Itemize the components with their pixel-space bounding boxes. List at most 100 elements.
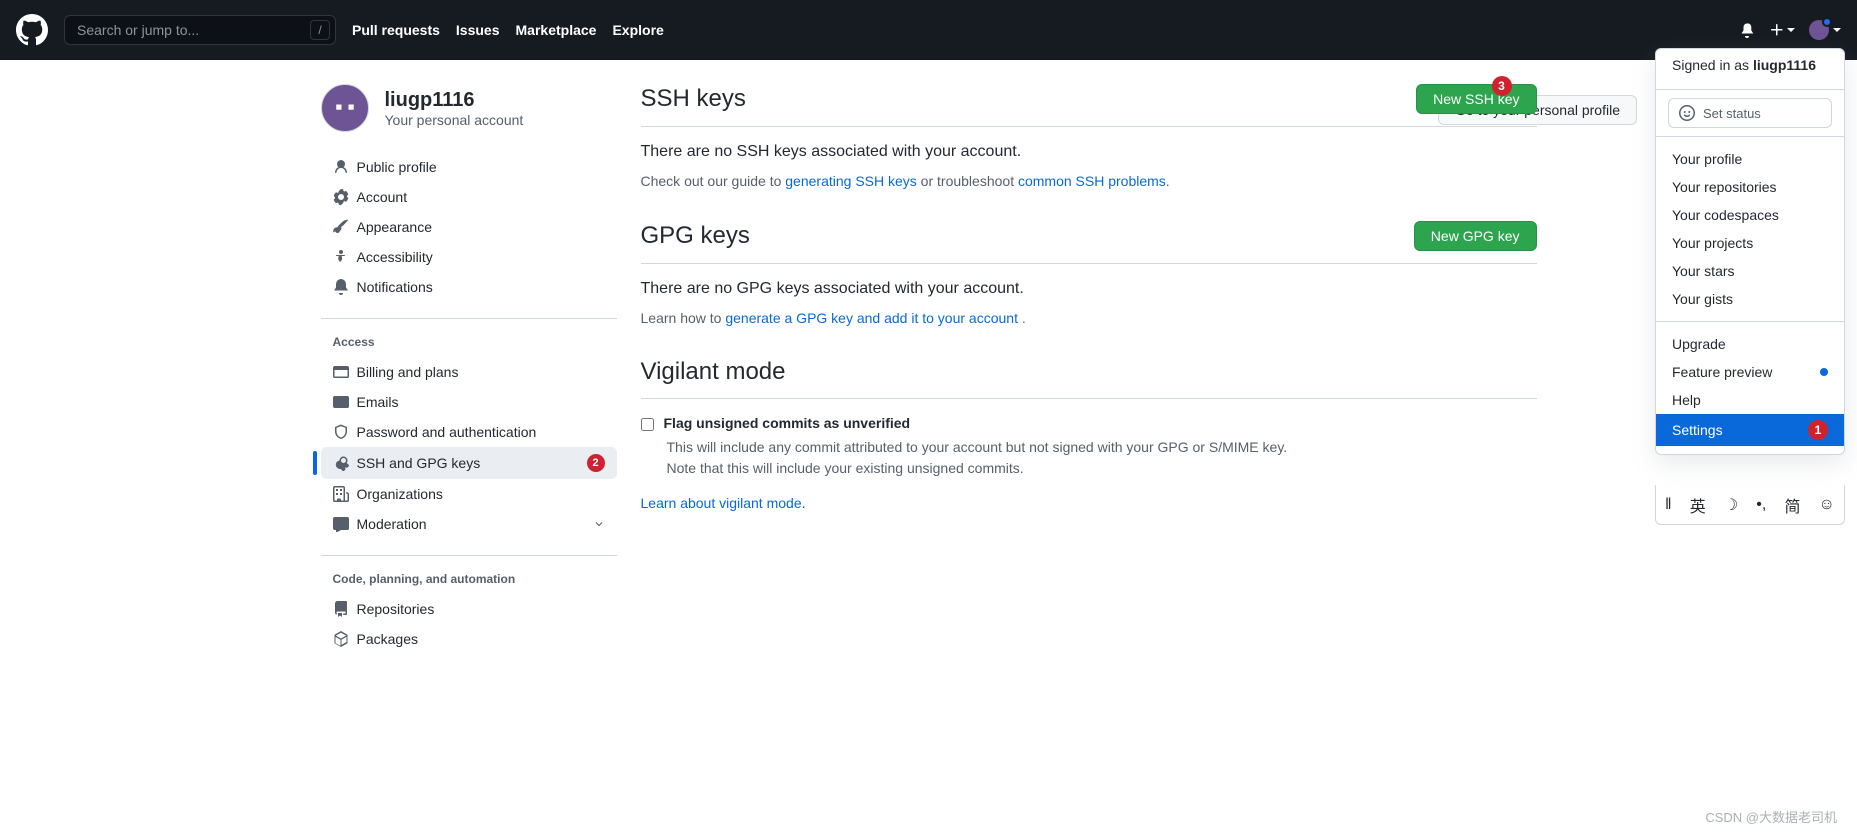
sidebar-item-label: Notifications xyxy=(357,279,605,295)
ime-lang-en[interactable]: 英 xyxy=(1690,493,1706,517)
divider xyxy=(1656,321,1844,322)
sidebar-item-repositories[interactable]: Repositories xyxy=(321,594,617,624)
ime-lang-cn[interactable]: 简 xyxy=(1784,493,1800,517)
new-ssh-key-button[interactable]: New SSH key 3 xyxy=(1416,84,1536,114)
sidebar-item-organizations[interactable]: Organizations xyxy=(321,479,617,509)
caret-down-icon xyxy=(1787,28,1795,32)
sidebar-item-label: Public profile xyxy=(357,159,605,175)
vigilant-section: Vigilant mode Flag unsigned commits as u… xyxy=(641,358,1537,511)
sidebar-item-password-and-authentication[interactable]: Password and authentication xyxy=(321,417,617,447)
sidebar-item-accessibility[interactable]: Accessibility xyxy=(321,242,617,272)
profile-subtitle: Your personal account xyxy=(385,112,524,128)
user-avatar-dropdown[interactable] xyxy=(1809,20,1841,40)
github-logo-icon[interactable] xyxy=(16,14,48,46)
sidebar-item-billing-and-plans[interactable]: Billing and plans xyxy=(321,357,617,387)
sidebar: liugp1116 Your personal account Public p… xyxy=(321,84,617,670)
key-icon xyxy=(333,455,349,471)
sidebar-item-moderation[interactable]: Moderation xyxy=(321,509,617,539)
divider xyxy=(321,555,617,556)
divider xyxy=(1656,89,1844,90)
profile-username: liugp1116 xyxy=(385,89,524,112)
common-ssh-problems-link[interactable]: common SSH problems xyxy=(1018,173,1166,189)
dd-feature-preview[interactable]: Feature preview xyxy=(1656,358,1844,386)
search-input[interactable] xyxy=(64,15,336,45)
bell-icon[interactable] xyxy=(1739,22,1755,38)
sidebar-item-label: Password and authentication xyxy=(357,424,605,440)
generate-gpg-key-link[interactable]: generate a GPG key and add it to your ac… xyxy=(725,310,1018,326)
global-header: / Pull requests Issues Marketplace Explo… xyxy=(0,0,1857,60)
sidebar-item-label: SSH and GPG keys xyxy=(357,455,579,471)
divider xyxy=(1656,136,1844,137)
sidebar-item-label: Emails xyxy=(357,394,605,410)
sidebar-item-label: Account xyxy=(357,189,605,205)
dd-settings[interactable]: Settings1 xyxy=(1656,414,1844,446)
sidebar-item-label: Moderation xyxy=(357,516,585,532)
repo-icon xyxy=(333,601,349,617)
nav-issues[interactable]: Issues xyxy=(456,22,500,38)
search-wrap: / xyxy=(64,15,336,45)
badge-count: 2 xyxy=(587,454,605,472)
header-right xyxy=(1739,20,1841,40)
flag-unsigned-checkbox[interactable] xyxy=(641,418,654,431)
mail-icon xyxy=(333,394,349,410)
smiley-icon[interactable]: ☺ xyxy=(1819,496,1835,514)
ime-toggle-icon[interactable]: ‖ xyxy=(1665,496,1672,514)
new-gpg-key-button[interactable]: New GPG key xyxy=(1414,221,1537,251)
ssh-empty-text: There are no SSH keys associated with yo… xyxy=(641,143,1537,161)
nav-heading-access: Access xyxy=(321,327,617,357)
badge-count: 3 xyxy=(1492,76,1512,96)
sidebar-item-label: Organizations xyxy=(357,486,605,502)
dd-your-projects[interactable]: Your projects xyxy=(1656,229,1844,257)
nav-marketplace[interactable]: Marketplace xyxy=(516,22,597,38)
nav-heading-code: Code, planning, and automation xyxy=(321,564,617,594)
chevron-down-icon xyxy=(593,518,605,530)
bell-icon xyxy=(333,279,349,295)
user-menu-dropdown: Signed in as liugp1116 Set status Your p… xyxy=(1655,48,1845,455)
gpg-section: GPG keys New GPG key There are no GPG ke… xyxy=(641,221,1537,326)
sidebar-item-packages[interactable]: Packages xyxy=(321,624,617,654)
smiley-icon xyxy=(1679,105,1695,121)
dd-your-stars[interactable]: Your stars xyxy=(1656,257,1844,285)
set-status-button[interactable]: Set status xyxy=(1668,98,1832,128)
search-slash-hint: / xyxy=(310,20,330,40)
card-icon xyxy=(333,364,349,380)
gpg-help-text: Learn how to generate a GPG key and add … xyxy=(641,310,1537,326)
sidebar-item-emails[interactable]: Emails xyxy=(321,387,617,417)
gpg-empty-text: There are no GPG keys associated with yo… xyxy=(641,280,1537,298)
avatar-large xyxy=(321,84,369,132)
ime-punct-icon[interactable]: •, xyxy=(1756,496,1766,514)
sidebar-item-ssh-and-gpg-keys[interactable]: SSH and GPG keys 2 xyxy=(321,447,617,479)
ssh-help-text: Check out our guide to generating SSH ke… xyxy=(641,173,1537,189)
create-new-dropdown[interactable] xyxy=(1769,22,1795,38)
dd-your-profile[interactable]: Your profile xyxy=(1656,145,1844,173)
moon-icon[interactable]: ☽ xyxy=(1724,495,1738,515)
plus-icon xyxy=(1769,22,1785,38)
sidebar-item-account[interactable]: Account xyxy=(321,182,617,212)
dd-upgrade[interactable]: Upgrade xyxy=(1656,330,1844,358)
status-dot-icon xyxy=(1822,17,1832,27)
dd-your-repositories[interactable]: Your repositories xyxy=(1656,173,1844,201)
divider xyxy=(321,318,617,319)
accessibility-icon xyxy=(333,249,349,265)
sidebar-item-label: Packages xyxy=(357,631,605,647)
org-icon xyxy=(333,486,349,502)
learn-vigilant-mode-link[interactable]: Learn about vigilant mode xyxy=(641,495,802,511)
generating-ssh-keys-link[interactable]: generating SSH keys xyxy=(785,173,917,189)
sidebar-item-label: Appearance xyxy=(357,219,605,235)
dd-help[interactable]: Help xyxy=(1656,386,1844,414)
nav-explore[interactable]: Explore xyxy=(612,22,663,38)
dd-your-gists[interactable]: Your gists xyxy=(1656,285,1844,313)
sidebar-item-public-profile[interactable]: Public profile xyxy=(321,152,617,182)
nav-pull-requests[interactable]: Pull requests xyxy=(352,22,440,38)
avatar-placeholder-icon xyxy=(331,94,359,122)
sidebar-item-label: Repositories xyxy=(357,601,605,617)
shield-icon xyxy=(333,424,349,440)
sidebar-item-appearance[interactable]: Appearance xyxy=(321,212,617,242)
sidebar-item-label: Accessibility xyxy=(357,249,605,265)
dd-your-codespaces[interactable]: Your codespaces xyxy=(1656,201,1844,229)
dropdown-signed-in: Signed in as liugp1116 xyxy=(1656,49,1844,81)
watermark: CSDN @大数据老司机 xyxy=(1705,807,1837,826)
sidebar-item-notifications[interactable]: Notifications xyxy=(321,272,617,302)
person-icon xyxy=(333,159,349,175)
profile-header: liugp1116 Your personal account xyxy=(321,84,617,132)
